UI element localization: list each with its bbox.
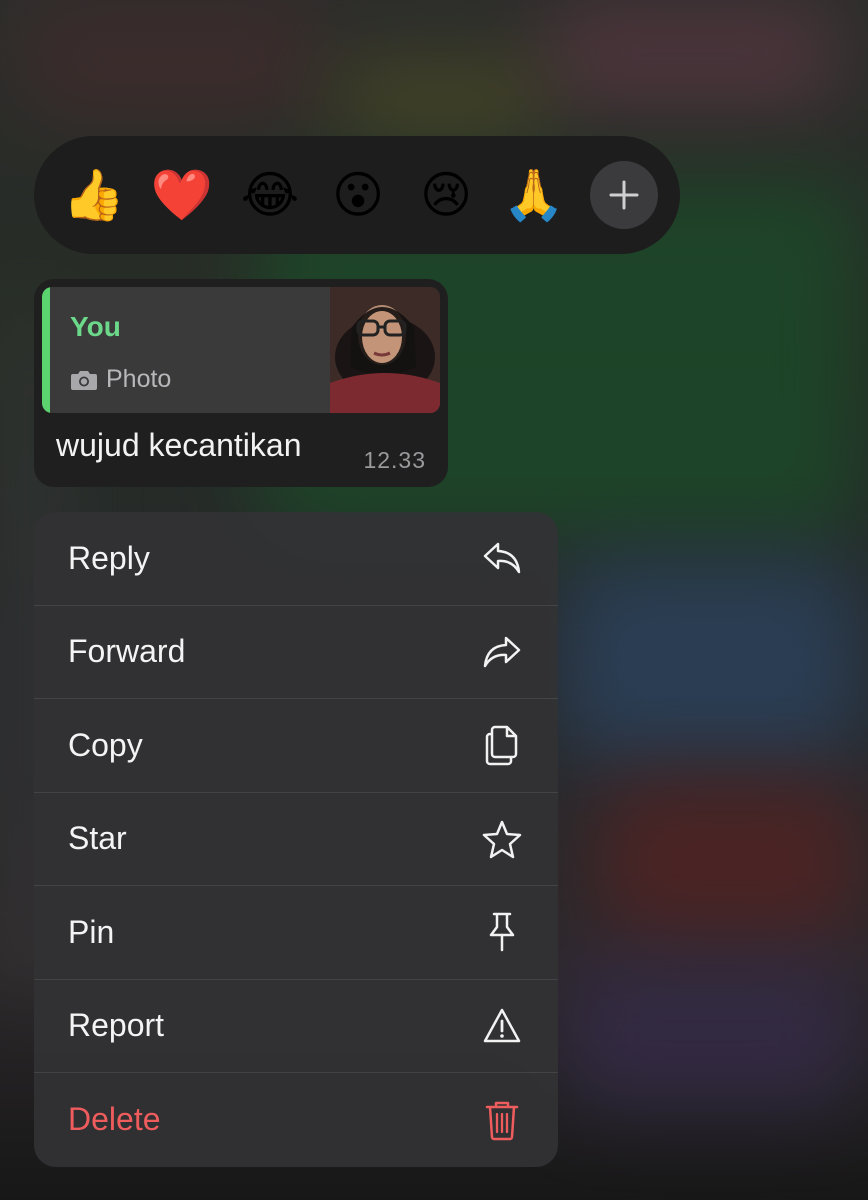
- menu-item-label: Report: [68, 1007, 165, 1044]
- quote-accent-bar: [42, 287, 50, 413]
- menu-item-copy[interactable]: Copy: [34, 699, 558, 793]
- menu-item-delete[interactable]: Delete: [34, 1073, 558, 1167]
- star-icon: [480, 817, 524, 861]
- quote-media-label: Photo: [106, 365, 172, 393]
- copy-icon: [480, 723, 524, 767]
- menu-item-label: Forward: [68, 633, 186, 670]
- menu-item-label: Delete: [68, 1101, 161, 1138]
- menu-item-label: Pin: [68, 913, 115, 950]
- menu-item-star[interactable]: Star: [34, 793, 558, 886]
- menu-item-forward[interactable]: Forward: [34, 606, 558, 699]
- menu-item-pin[interactable]: Pin: [34, 886, 558, 980]
- forward-icon: [480, 630, 524, 674]
- crying-face-icon[interactable]: 😢: [414, 163, 478, 227]
- menu-item-label: Star: [68, 820, 127, 857]
- trash-icon: [480, 1098, 524, 1142]
- quoted-message[interactable]: You Photo: [42, 287, 440, 413]
- message-context-menu: Reply Forward Copy Star Pin Report Delet…: [34, 512, 558, 1167]
- red-heart-icon[interactable]: ❤️: [150, 163, 214, 227]
- photo-thumbnail: [330, 287, 440, 413]
- camera-icon: [71, 370, 97, 390]
- menu-item-label: Copy: [68, 726, 143, 763]
- quote-author: You: [70, 311, 121, 342]
- menu-item-report[interactable]: Report: [34, 980, 558, 1073]
- menu-item-reply[interactable]: Reply: [34, 512, 558, 606]
- menu-item-label: Reply: [68, 539, 150, 576]
- reply-icon: [480, 536, 524, 580]
- message-timestamp: 12.33: [363, 447, 426, 473]
- reaction-bar: 👍 ❤️ 😂 😮 😢 🙏: [34, 136, 680, 254]
- thumbs-up-icon[interactable]: 👍: [62, 163, 126, 227]
- message-bubble[interactable]: You Photo wujud kecantikan 12.33: [34, 279, 448, 487]
- pin-icon: [480, 910, 524, 954]
- tears-of-joy-icon[interactable]: 😂: [238, 163, 302, 227]
- folded-hands-icon[interactable]: 🙏: [502, 163, 566, 227]
- warning-icon: [480, 1004, 524, 1048]
- open-mouth-icon[interactable]: 😮: [326, 163, 390, 227]
- message-text: wujud kecantikan: [56, 427, 302, 463]
- quote-media-type: Photo: [70, 365, 171, 394]
- more-reactions-button[interactable]: [590, 161, 658, 229]
- plus-icon: [609, 180, 639, 210]
